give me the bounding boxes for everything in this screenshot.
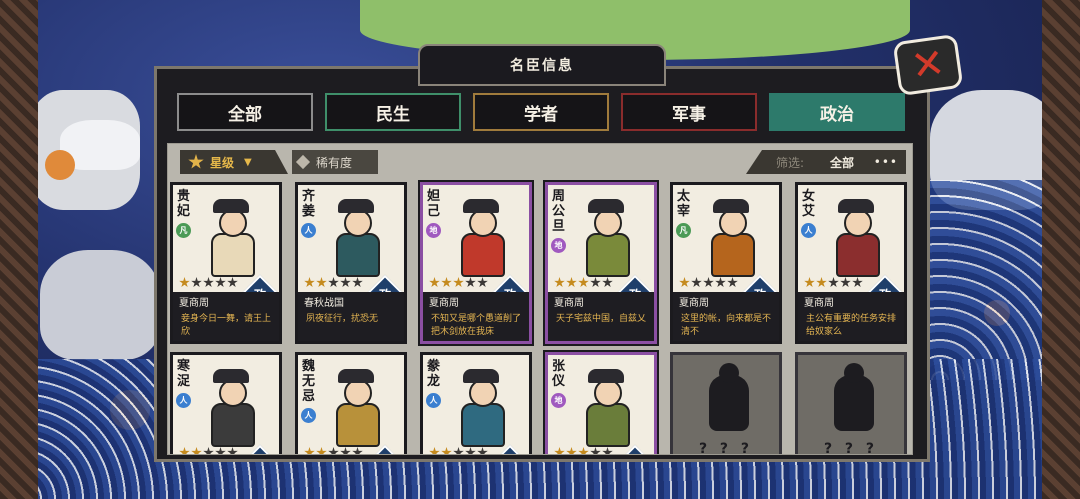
rank-badge: 凡 [176,223,191,238]
minister-portrait [578,199,634,277]
tab-military[interactable]: 军事 [621,93,757,131]
minister-quote: 妾身今日一舞，请王上欣 [173,310,279,341]
more-icon: ••• [873,155,898,169]
politics-badge-label: 政 [500,454,520,455]
minister-name: 张仪 [552,359,566,389]
sort-by-star-button[interactable]: 星级 ▼ [180,150,288,174]
rank-badge: 地 [551,238,566,253]
minister-portrait [203,199,259,277]
minister-card[interactable]: 魏无忌人政 [295,352,407,455]
rank-badge: 凡 [676,223,691,238]
minister-name: 豢龙 [427,359,441,389]
minister-quote: 不知又是哪个愚道削了把木剑放在我床 [423,310,529,341]
era-label: 夏商周 [173,292,279,310]
minister-quote: 天子宅兹中国，自兹乂 [548,310,654,341]
panel-title: 名臣信息 [418,44,666,86]
era-label: 春秋战国 [298,292,404,310]
minister-card[interactable]: 寒浞人政 [170,352,282,455]
minister-card[interactable]: 周公旦地政夏商周天子宅兹中国，自兹乂 [543,180,659,346]
filter-value: 全部 [830,155,855,170]
star-rating [429,277,488,288]
tab-politics[interactable]: 政治 [769,93,905,131]
politics-badge-label: 政 [375,454,395,455]
sort-star-label: 星级 [210,155,235,170]
tab-all[interactable]: 全部 [177,93,313,131]
star-rating [304,277,363,288]
star-rating [554,447,613,454]
sort-by-rarity-button[interactable]: 稀有度 [292,150,378,174]
tab-livelihood[interactable]: 民生 [325,93,461,131]
minister-card[interactable]: 女艾人政夏商周主公有重要的任务安排给奴家么 [795,182,907,344]
minister-portrait [453,369,509,447]
minister-portrait [328,199,384,277]
category-tabs: 全部 民生 学者 军事 政治 [177,93,905,131]
politics-badge-label: 政 [625,454,645,455]
minister-name: 贵妃 [177,189,191,219]
minister-portrait [203,369,259,447]
era-label: 夏商周 [673,292,779,310]
rank-badge: 人 [176,393,191,408]
autumn-tree [45,150,75,180]
diamond-icon [295,154,311,170]
silhouette [709,363,749,431]
island-left-lower [40,250,160,360]
minister-portrait [703,199,759,277]
star-rating [429,447,488,454]
frame-border-left [0,0,38,499]
star-rating [804,277,863,288]
star-rating [554,277,613,288]
minister-portrait [453,199,509,277]
star-rating [304,447,363,454]
tab-scholar[interactable]: 学者 [473,93,609,131]
rank-badge: 人 [426,393,441,408]
chevron-down-icon: ▼ [244,156,252,168]
minister-info-panel: 全部 民生 学者 军事 政治 星级 ▼ 稀有度 筛选: 全部 ••• 贵妃凡政 夏… [154,66,930,462]
era-label: 夏商周 [423,292,529,310]
silhouette [834,363,874,431]
minister-card[interactable]: 豢龙人政 [420,352,532,455]
unknown-mark: ? ? ? [823,441,879,455]
locked-minister-card[interactable]: ? ? ? [670,352,782,455]
minister-card[interactable]: 齐姜人政春秋战国夙夜征行，扰恐无 [295,182,407,344]
star-rating [179,277,238,288]
politics-badge-label: 政 [250,454,270,455]
minister-name: 魏无忌 [302,359,316,404]
unknown-mark: ? ? ? [698,441,754,455]
minister-card[interactable]: 贵妃凡政夏商周妾身今日一舞，请王上欣 [170,182,282,344]
minister-portrait [328,369,384,447]
close-icon: ✕ [908,39,948,91]
rank-badge: 人 [301,408,316,423]
minister-name: 太宰 [677,189,691,219]
card-area: 星级 ▼ 稀有度 筛选: 全部 ••• 贵妃凡政夏商周妾身今日一舞，请王上欣齐姜… [167,143,913,455]
minister-name: 寒浞 [177,359,191,389]
rank-badge: 人 [301,223,316,238]
minister-name: 女艾 [802,189,816,219]
minister-card[interactable]: 妲己地政夏商周不知又是哪个愚道削了把木剑放在我床 [418,180,534,346]
rank-badge: 地 [551,393,566,408]
frame-border-right [1042,0,1080,499]
filter-bar: 星级 ▼ 稀有度 筛选: 全部 ••• [174,148,906,174]
rank-badge: 地 [426,223,441,238]
filter-dropdown[interactable]: 筛选: 全部 ••• [746,150,906,174]
minister-card[interactable]: 张仪地政 [543,350,659,455]
star-rating [679,277,738,288]
minister-portrait [578,369,634,447]
star-rating [179,447,238,454]
star-icon [188,154,204,169]
sort-rare-label: 稀有度 [316,155,353,170]
filter-label: 筛选: [776,155,805,170]
minister-quote: 夙夜征行，扰恐无 [298,310,404,341]
minister-name: 妲己 [427,189,441,219]
era-label: 夏商周 [548,292,654,310]
era-label: 夏商周 [798,292,904,310]
rank-badge: 人 [801,223,816,238]
minister-portrait [828,199,884,277]
minister-quote: 主公有重要的任务安排给奴家么 [798,310,904,341]
locked-minister-card[interactable]: ? ? ? [795,352,907,455]
close-button[interactable]: ✕ [892,33,964,97]
minister-quote: 这里的帐，向来都是不清不 [673,310,779,341]
minister-name: 周公旦 [552,189,566,234]
minister-name: 齐姜 [302,189,316,219]
minister-card[interactable]: 太宰凡政夏商周这里的帐，向来都是不清不 [670,182,782,344]
